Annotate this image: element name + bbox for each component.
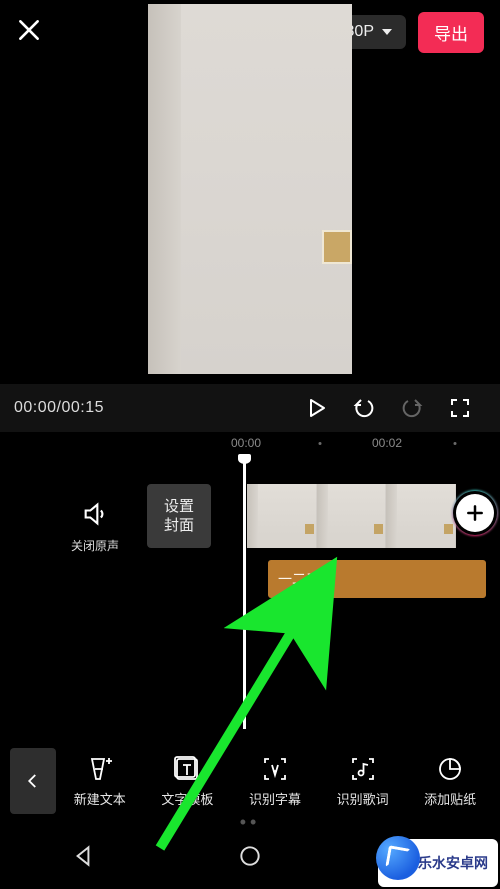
play-icon xyxy=(304,396,328,420)
circle-home-icon xyxy=(237,843,263,869)
close-button[interactable] xyxy=(16,17,42,48)
tool-label: 添加贴纸 xyxy=(424,789,476,808)
tool-label: 文字模板 xyxy=(161,789,213,808)
timecode: 00:00/00:15 xyxy=(14,399,104,417)
undo-icon xyxy=(352,396,376,420)
tool-recognize-subtitle[interactable]: 识别字幕 xyxy=(249,755,301,808)
chevron-down-icon xyxy=(382,29,392,35)
tool-label: 识别歌词 xyxy=(337,789,389,808)
timeline[interactable]: 00:00 00:02 关闭原声 设置 封面 一二三 xyxy=(0,432,500,739)
video-preview[interactable] xyxy=(148,4,352,374)
watermark-badge: 乐水安卓网 xyxy=(378,839,498,887)
redo-button[interactable] xyxy=(388,396,436,420)
export-button[interactable]: 导出 xyxy=(418,12,484,53)
tool-new-text[interactable]: 新建文本 xyxy=(74,755,126,808)
fullscreen-icon xyxy=(448,396,472,420)
nav-home[interactable] xyxy=(237,843,263,874)
fullscreen-button[interactable] xyxy=(436,396,484,420)
speaker-icon xyxy=(81,500,109,528)
tool-label: 新建文本 xyxy=(74,789,126,808)
recognize-subtitle-icon xyxy=(261,755,289,783)
sticker-icon xyxy=(436,755,464,783)
close-icon xyxy=(16,17,42,43)
text-clip-content: 一二三 xyxy=(278,569,320,589)
bottom-toolbar: 新建文本 文字模板 识别字幕 识别歌词 xyxy=(0,739,500,823)
triangle-back-icon xyxy=(70,843,96,869)
chevron-left-icon xyxy=(24,772,42,790)
text-template-icon xyxy=(173,755,201,783)
nav-back[interactable] xyxy=(70,843,96,874)
tool-text-template[interactable]: 文字模板 xyxy=(161,755,213,808)
plus-icon xyxy=(465,503,485,523)
text-add-icon xyxy=(86,755,114,783)
tracks-area: 关闭原声 设置 封面 一二三 xyxy=(0,460,500,739)
undo-button[interactable] xyxy=(340,396,388,420)
back-button[interactable] xyxy=(10,748,56,814)
playback-controls: 00:00/00:15 xyxy=(0,384,500,432)
watermark-icon xyxy=(376,836,420,880)
tool-label: 识别字幕 xyxy=(249,789,301,808)
watermark-text: 乐水安卓网 xyxy=(418,853,488,873)
redo-icon xyxy=(400,396,424,420)
playhead[interactable] xyxy=(243,460,246,729)
ruler-label: 00:02 xyxy=(372,436,402,450)
text-track-clip[interactable]: 一二三 xyxy=(268,560,486,598)
video-clip[interactable] xyxy=(247,484,456,548)
add-clip-button[interactable] xyxy=(456,494,494,532)
mute-label: 关闭原声 xyxy=(60,537,130,554)
total-time: 00:15 xyxy=(62,399,105,416)
play-button[interactable] xyxy=(292,396,340,420)
current-time: 00:00 xyxy=(14,399,57,416)
tool-recognize-lyrics[interactable]: 识别歌词 xyxy=(337,755,389,808)
cover-label: 设置 封面 xyxy=(164,497,194,536)
recognize-lyrics-icon xyxy=(349,755,377,783)
preview-area xyxy=(0,64,500,384)
tool-add-sticker[interactable]: 添加贴纸 xyxy=(424,755,476,808)
set-cover-button[interactable]: 设置 封面 xyxy=(147,484,211,548)
export-label: 导出 xyxy=(434,25,468,44)
nav-hint-dots: •• xyxy=(240,812,261,833)
mute-original-audio-button[interactable]: 关闭原声 xyxy=(60,500,130,554)
ruler-label: 00:00 xyxy=(231,436,261,450)
